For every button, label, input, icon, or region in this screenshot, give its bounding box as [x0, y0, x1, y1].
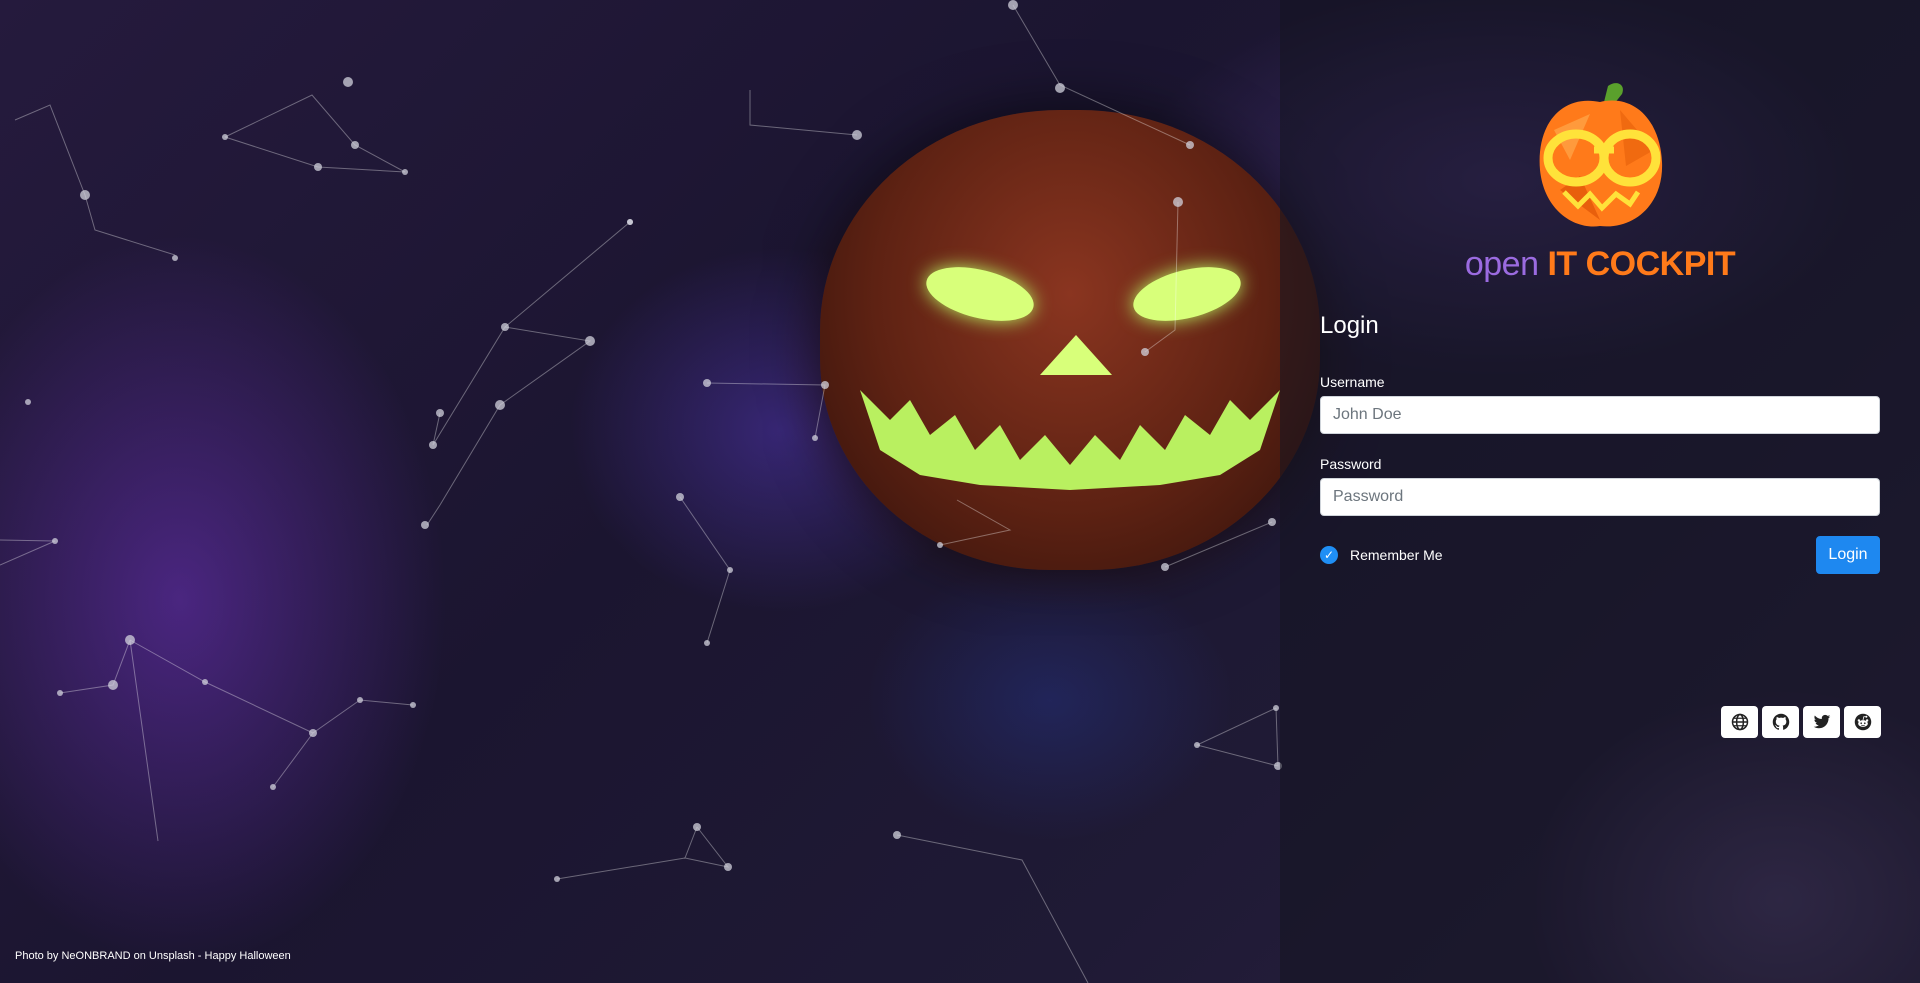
brand: open IT COCKPIT — [1280, 80, 1920, 284]
github-link[interactable] — [1762, 706, 1799, 738]
github-icon — [1772, 713, 1789, 730]
globe-icon — [1731, 713, 1748, 731]
username-label: Username — [1320, 374, 1385, 390]
login-page: open IT COCKPIT Login Username Password … — [0, 0, 1920, 983]
login-panel: open IT COCKPIT Login Username Password … — [1280, 0, 1920, 983]
pumpkin-logo-icon — [1539, 83, 1663, 227]
reddit-icon — [1854, 713, 1871, 731]
brand-name: open IT COCKPIT — [1280, 245, 1920, 284]
remember-me-checkbox[interactable]: ✓ Remember Me — [1320, 546, 1443, 564]
password-input[interactable] — [1320, 478, 1880, 516]
login-form: Login Username Password ✓ Remember Me Lo… — [1320, 312, 1880, 576]
login-button[interactable]: Login — [1816, 536, 1880, 574]
login-title: Login — [1320, 312, 1379, 339]
social-links — [1721, 706, 1881, 738]
brand-name-itc: IT COCKPIT — [1547, 245, 1736, 283]
brand-name-open: open — [1464, 245, 1539, 283]
form-actions-row: ✓ Remember Me Login — [1320, 536, 1880, 576]
twitter-link[interactable] — [1803, 706, 1840, 738]
website-link[interactable] — [1721, 706, 1758, 738]
password-label: Password — [1320, 456, 1382, 472]
checkmark-icon[interactable]: ✓ — [1320, 546, 1338, 564]
photo-credit: Photo by NeONBRAND on Unsplash - Happy H… — [15, 950, 291, 962]
reddit-link[interactable] — [1844, 706, 1881, 738]
remember-me-label: Remember Me — [1350, 547, 1443, 563]
username-input[interactable] — [1320, 396, 1880, 434]
twitter-icon — [1813, 714, 1830, 729]
openitcockpit-logo — [1530, 80, 1670, 240]
